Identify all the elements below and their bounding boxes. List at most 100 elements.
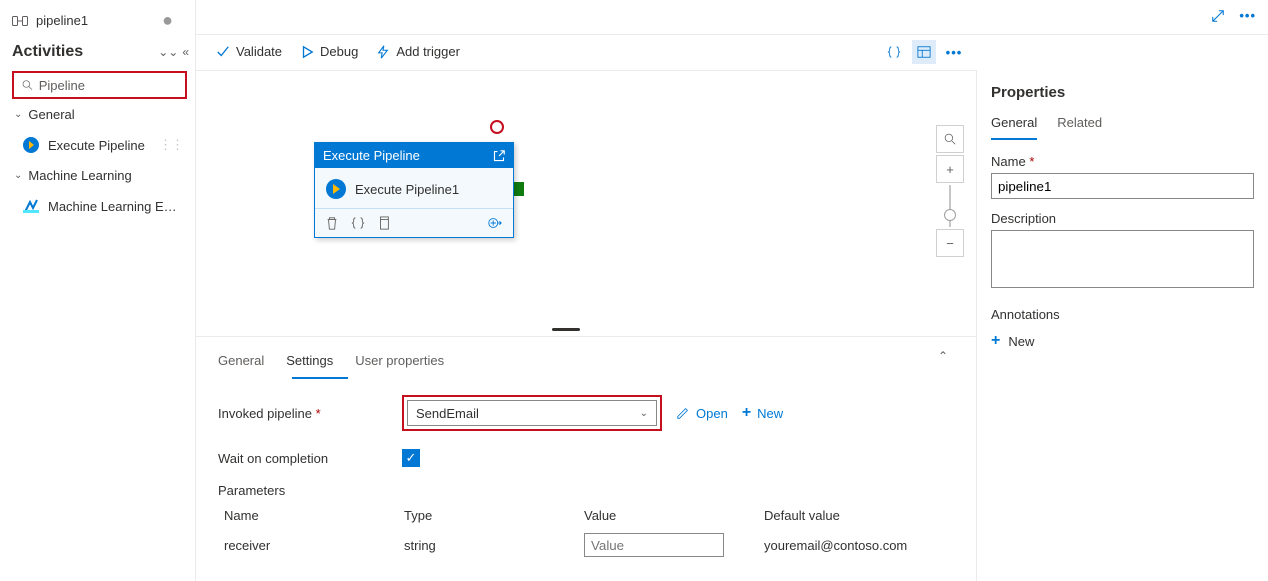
modified-dot: ●: [162, 10, 173, 31]
double-chevron-icon: ⌄⌄: [158, 45, 178, 59]
col-name: Name: [224, 508, 404, 523]
debug-label: Debug: [320, 44, 358, 59]
execute-pipeline-icon: [325, 178, 347, 200]
activity-label: Execute Pipeline: [48, 138, 145, 153]
param-value-input[interactable]: [584, 533, 724, 557]
col-default: Default value: [764, 508, 964, 523]
invoked-pipeline-highlight: SendEmail ⌄: [402, 395, 662, 431]
pipeline-title: pipeline1: [36, 13, 88, 28]
properties-tabs: General Related: [991, 115, 1254, 140]
validate-button[interactable]: Validate: [216, 44, 282, 59]
debug-button[interactable]: Debug: [300, 44, 358, 59]
param-type: string: [404, 538, 584, 553]
node-title: Execute Pipeline1: [355, 182, 459, 197]
category-label: General: [28, 107, 74, 122]
param-default: youremail@contoso.com: [764, 538, 964, 553]
code-icon[interactable]: [351, 216, 365, 230]
output-connector[interactable]: [514, 182, 524, 196]
tab-settings[interactable]: Settings: [286, 349, 333, 376]
validate-label: Validate: [236, 44, 282, 59]
more-icon[interactable]: •••: [1237, 6, 1258, 25]
node-body: Execute Pipeline1: [315, 168, 513, 208]
activity-label: Machine Learning Exe...: [48, 199, 178, 214]
ml-icon: [22, 197, 40, 215]
tab-user-properties[interactable]: User properties: [355, 349, 444, 376]
zoom-slider-knob[interactable]: [944, 209, 956, 221]
fit-to-screen-button[interactable]: [936, 125, 964, 153]
delete-icon[interactable]: [325, 216, 339, 230]
description-textarea[interactable]: [991, 230, 1254, 288]
zoom-out-button[interactable]: −: [936, 229, 964, 257]
plus-icon: +: [742, 404, 751, 422]
top-right-icons: •••: [1209, 6, 1258, 25]
parameter-row: receiver string youremail@contoso.com: [218, 533, 954, 557]
add-trigger-button[interactable]: Add trigger: [376, 44, 460, 59]
invoked-pipeline-select[interactable]: SendEmail ⌄: [407, 400, 657, 426]
wait-label: Wait on completion: [218, 451, 388, 466]
json-view-icon[interactable]: [882, 40, 906, 64]
chevron-down-icon: ⌄: [640, 408, 648, 419]
more-views-icon[interactable]: •••: [942, 40, 966, 64]
add-trigger-label: Add trigger: [396, 44, 460, 59]
name-input[interactable]: [991, 173, 1254, 199]
annotations-label: Annotations: [991, 307, 1254, 322]
activities-header: Activities ⌄⌄ «: [12, 43, 189, 61]
chevron-down-icon: ⌄: [14, 109, 22, 120]
plus-icon: +: [991, 332, 1000, 350]
settings-tabs: General Settings User properties ⌃: [218, 349, 954, 377]
node-header-label: Execute Pipeline: [323, 148, 420, 163]
rtab-related[interactable]: Related: [1057, 115, 1102, 140]
open-label: Open: [696, 406, 728, 421]
invoked-pipeline-label: Invoked pipeline *: [218, 406, 388, 421]
rtab-general[interactable]: General: [991, 115, 1037, 140]
expand-icon[interactable]: [1209, 7, 1227, 25]
settings-panel: General Settings User properties ⌃ Invok…: [196, 336, 976, 557]
category-ml[interactable]: ⌄ Machine Learning: [12, 160, 195, 191]
properties-view-icon[interactable]: [912, 40, 936, 64]
execute-pipeline-node[interactable]: Execute Pipeline Execute Pipeline1: [314, 142, 514, 238]
view-mode-icons: •••: [882, 40, 966, 64]
open-pipeline-button[interactable]: Open: [676, 406, 728, 421]
copy-icon[interactable]: [377, 216, 391, 230]
search-icon: [22, 79, 33, 91]
wait-on-completion-row: Wait on completion ✓: [218, 449, 954, 467]
collapse-chevrons[interactable]: ⌄⌄ «: [158, 45, 189, 59]
open-external-icon[interactable]: [493, 150, 505, 162]
validation-error-indicator: [490, 120, 504, 134]
param-name: receiver: [224, 538, 404, 553]
pipeline-title-row: pipeline1 ●: [12, 10, 195, 31]
zoom-slider-track[interactable]: [949, 185, 951, 227]
pipeline-canvas[interactable]: Execute Pipeline Execute Pipeline1: [196, 70, 976, 336]
new-annotation-button[interactable]: + New: [991, 332, 1254, 350]
node-header: Execute Pipeline: [315, 143, 513, 168]
zoom-in-button[interactable]: +: [936, 155, 964, 183]
main-region: ••• Validate Debug Add trigger •••: [196, 0, 1268, 581]
search-field[interactable]: [39, 78, 177, 93]
name-label: Name *: [991, 154, 1254, 169]
activity-execute-pipeline[interactable]: Execute Pipeline ⋮⋮: [12, 130, 195, 160]
wait-checkbox[interactable]: ✓: [402, 449, 420, 467]
invoked-pipeline-value: SendEmail: [416, 406, 479, 421]
tab-general[interactable]: General: [218, 349, 264, 376]
chevron-down-icon: ⌄: [14, 170, 22, 181]
parameters-title: Parameters: [218, 483, 954, 498]
pipeline-icon: [12, 13, 28, 29]
col-value: Value: [584, 508, 764, 523]
parameters-headers: Name Type Value Default value: [218, 508, 954, 523]
collapse-panel-button[interactable]: ⌃: [938, 349, 948, 376]
execute-pipeline-icon: [22, 136, 40, 154]
category-general[interactable]: ⌄ General: [12, 99, 195, 130]
description-label: Description: [991, 211, 1254, 226]
panel-resize-grip[interactable]: [552, 328, 580, 331]
invoked-pipeline-row: Invoked pipeline * SendEmail ⌄ Open + Ne…: [218, 395, 954, 431]
drag-grip-icon: ⋮⋮: [159, 137, 183, 153]
zoom-controls: + −: [936, 125, 964, 257]
properties-panel: Properties General Related Name * Descri…: [976, 70, 1268, 581]
activities-sidebar: pipeline1 ● Activities ⌄⌄ « ⌄ General Ex…: [0, 0, 196, 581]
new-pipeline-button[interactable]: + New: [742, 404, 783, 422]
add-output-icon[interactable]: [487, 215, 503, 231]
activities-search-input[interactable]: [12, 71, 187, 99]
activity-ml-execute[interactable]: Machine Learning Exe...: [12, 191, 195, 221]
activities-title: Activities: [12, 43, 83, 61]
col-type: Type: [404, 508, 584, 523]
